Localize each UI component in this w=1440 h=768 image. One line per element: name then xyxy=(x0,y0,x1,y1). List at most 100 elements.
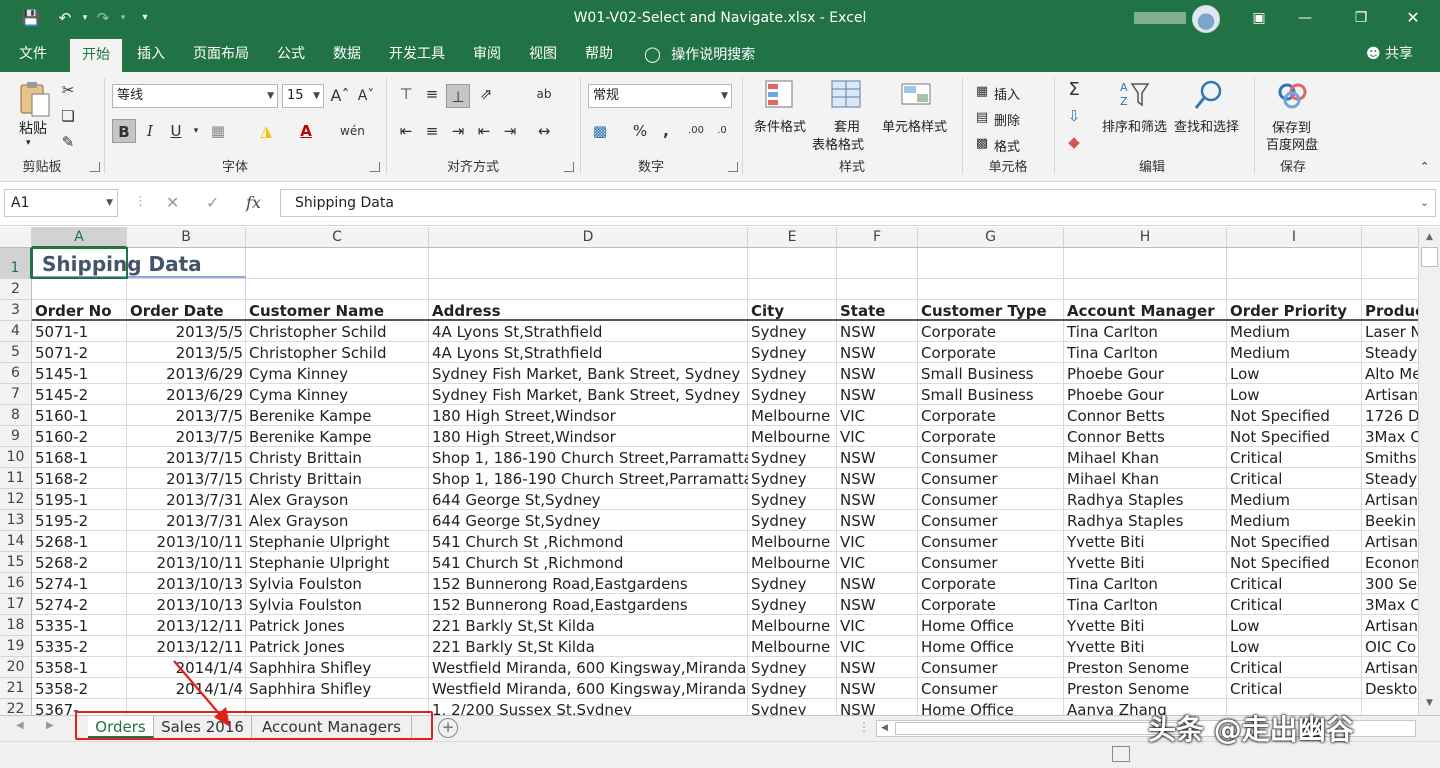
table-cell[interactable]: 2013/7/15 xyxy=(127,469,246,489)
table-header-cell[interactable]: Order Priority xyxy=(1227,301,1362,321)
table-cell[interactable]: Melbourne xyxy=(748,532,837,552)
name-box[interactable]: A1 ▼ xyxy=(4,189,118,217)
vertical-scroll-thumb[interactable] xyxy=(1421,247,1438,267)
table-cell[interactable]: Mihael Khan xyxy=(1064,448,1227,468)
find-select-button[interactable]: 查找和选择 xyxy=(1174,116,1239,135)
table-cell[interactable]: NSW xyxy=(837,700,918,715)
tab-data[interactable]: 数据 xyxy=(324,36,370,72)
table-cell[interactable]: 5071-1 xyxy=(32,322,127,342)
table-cell[interactable]: Low xyxy=(1227,385,1362,405)
table-cell[interactable]: 5195-1 xyxy=(32,490,127,510)
scroll-down-icon[interactable]: ▼ xyxy=(1419,695,1440,711)
row-header[interactable]: 12 xyxy=(0,489,32,510)
table-cell[interactable]: Sylvia Foulston xyxy=(246,595,429,615)
table-cell[interactable]: VIC xyxy=(837,553,918,573)
table-cell[interactable]: Low xyxy=(1227,616,1362,636)
table-cell[interactable]: Christopher Schild xyxy=(246,343,429,363)
table-cell[interactable]: 5268-2 xyxy=(32,553,127,573)
tab-formulas[interactable]: 公式 xyxy=(268,36,314,72)
table-cell[interactable]: Connor Betts xyxy=(1064,427,1227,447)
table-header-cell[interactable]: Produc xyxy=(1362,301,1418,321)
table-cell[interactable]: Christy Brittain xyxy=(246,469,429,489)
vertical-scrollbar[interactable]: ▲ ▼ xyxy=(1418,227,1440,715)
table-cell[interactable]: 644 George St,Sydney xyxy=(429,490,748,510)
column-header-partial[interactable] xyxy=(1362,227,1418,248)
row-header[interactable]: 13 xyxy=(0,510,32,531)
table-cell[interactable]: 152 Bunnerong Road,Eastgardens xyxy=(429,574,748,594)
table-cell[interactable]: Low xyxy=(1227,364,1362,384)
table-cell[interactable]: 5268-1 xyxy=(32,532,127,552)
table-cell[interactable]: Berenike Kampe xyxy=(246,406,429,426)
table-cell[interactable]: Corporate xyxy=(918,427,1064,447)
table-cell[interactable]: NSW xyxy=(837,679,918,699)
column-header-i[interactable]: I xyxy=(1227,227,1362,248)
tab-review[interactable]: 审阅 xyxy=(464,36,510,72)
table-cell[interactable]: Patrick Jones xyxy=(246,637,429,657)
row-header[interactable]: 14 xyxy=(0,531,32,552)
accounting-format-icon[interactable]: ▩ xyxy=(588,119,612,143)
table-cell[interactable]: 5358-1 xyxy=(32,658,127,678)
align-top-icon[interactable]: ⊤ xyxy=(394,82,418,106)
table-cell[interactable]: Artisan xyxy=(1362,490,1418,510)
align-left-icon[interactable]: ⇤ xyxy=(394,119,418,143)
table-cell[interactable]: VIC xyxy=(837,637,918,657)
align-center-icon[interactable]: ≡ xyxy=(420,119,444,143)
table-cell[interactable]: 1, 2/200 Sussex St,Sydney xyxy=(429,700,748,715)
table-cell[interactable]: Saphhira Shifley xyxy=(246,679,429,699)
table-cell[interactable]: Radhya Staples xyxy=(1064,490,1227,510)
splitter-icon[interactable]: ⋮ xyxy=(858,720,870,734)
column-header-e[interactable]: E xyxy=(748,227,837,248)
table-cell[interactable]: Critical xyxy=(1227,595,1362,615)
table-cell[interactable]: Mihael Khan xyxy=(1064,469,1227,489)
table-cell[interactable]: OIC Co xyxy=(1362,637,1418,657)
table-cell[interactable]: Consumer xyxy=(918,532,1064,552)
table-cell[interactable]: Consumer xyxy=(918,679,1064,699)
table-cell[interactable]: Sydney xyxy=(748,385,837,405)
table-cell[interactable]: Christy Brittain xyxy=(246,448,429,468)
find-select-icon[interactable] xyxy=(1192,78,1226,112)
orientation-icon[interactable]: ⇗ xyxy=(474,82,498,106)
row-header[interactable]: 10 xyxy=(0,447,32,468)
table-cell[interactable]: 180 High Street,Windsor xyxy=(429,406,748,426)
table-cell[interactable]: 5160-1 xyxy=(32,406,127,426)
table-cell[interactable]: Consumer xyxy=(918,553,1064,573)
table-cell[interactable]: 5335-1 xyxy=(32,616,127,636)
table-cell[interactable]: Melbourne xyxy=(748,637,837,657)
worksheet-grid[interactable]: A B C D E F G H I 1 2 3 4 5 6 7 8 9 10 11 12 13 14 15 16 17 18 19 20… xyxy=(0,227,1418,715)
insert-cells-button[interactable]: 插入 xyxy=(994,84,1020,103)
table-cell[interactable]: 2013/12/11 xyxy=(127,616,246,636)
table-cell[interactable]: 644 George St,Sydney xyxy=(429,511,748,531)
formula-input[interactable]: Shipping Data ⌄ xyxy=(280,189,1436,217)
tab-view[interactable]: 视图 xyxy=(520,36,566,72)
table-cell[interactable]: Home Office xyxy=(918,637,1064,657)
table-cell[interactable]: Cyma Kinney xyxy=(246,385,429,405)
underline-dropdown-icon[interactable]: ▾ xyxy=(184,119,208,143)
table-cell[interactable]: Yvette Biti xyxy=(1064,553,1227,573)
table-cell[interactable]: Not Specified xyxy=(1227,532,1362,552)
row-header[interactable]: 16 xyxy=(0,573,32,594)
tell-me-search[interactable]: ◯ 操作说明搜索 xyxy=(644,36,755,72)
table-cell[interactable]: Westfield Miranda, 600 Kingsway,Miranda xyxy=(429,658,748,678)
clear-icon[interactable]: ◆ xyxy=(1062,130,1086,154)
table-cell[interactable]: 2013/5/5 xyxy=(127,322,246,342)
customize-toolbar-icon[interactable]: ▾ xyxy=(134,6,156,30)
format-as-table-icon[interactable] xyxy=(830,78,864,112)
table-cell[interactable]: Alex Grayson xyxy=(246,490,429,510)
increase-indent-icon[interactable]: ⇥ xyxy=(498,119,522,143)
table-cell[interactable]: Sydney Fish Market, Bank Street, Sydney xyxy=(429,364,748,384)
table-cell[interactable]: Critical xyxy=(1227,574,1362,594)
redo-icon[interactable]: ↷ xyxy=(92,6,114,30)
table-cell[interactable]: 2013/10/11 xyxy=(127,532,246,552)
avatar[interactable] xyxy=(1192,5,1220,33)
table-cell[interactable]: Tina Carlton xyxy=(1064,595,1227,615)
table-cell[interactable]: Artisan xyxy=(1362,616,1418,636)
table-header-cell[interactable]: Address xyxy=(429,301,748,321)
row-header[interactable]: 5 xyxy=(0,342,32,363)
table-cell[interactable]: 2013/7/31 xyxy=(127,511,246,531)
phonetic-button[interactable]: wén xyxy=(340,119,365,143)
table-cell[interactable]: Saphhira Shifley xyxy=(246,658,429,678)
table-cell[interactable]: Sydney xyxy=(748,658,837,678)
table-cell[interactable]: Cyma Kinney xyxy=(246,364,429,384)
font-size-select[interactable]: 15 ▼ xyxy=(282,84,324,108)
table-cell[interactable]: Corporate xyxy=(918,343,1064,363)
